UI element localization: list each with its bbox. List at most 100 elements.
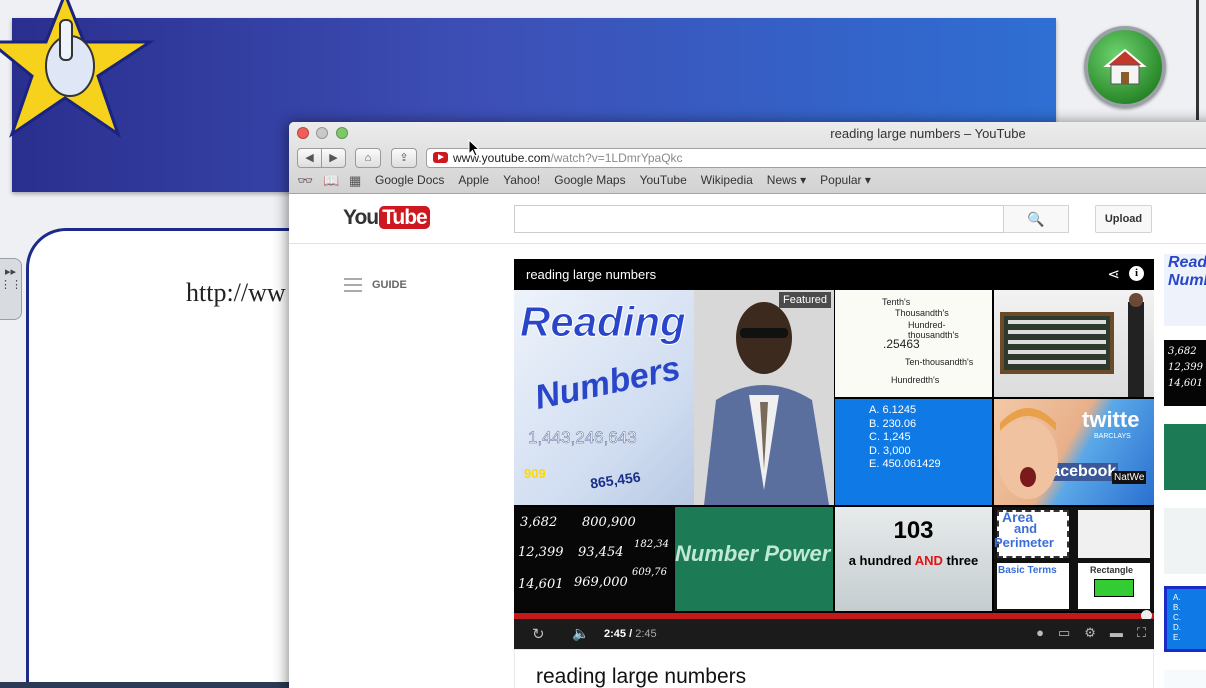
- address-bar[interactable]: www.youtube.com/watch?v=1LDmrYpaQkc: [426, 148, 1206, 168]
- suggested-video-thumb[interactable]: [1164, 508, 1206, 574]
- suggested-video-thumb[interactable]: A. B. C. D. E.: [1164, 586, 1206, 652]
- bookmark-news-menu[interactable]: News ▾: [767, 173, 806, 187]
- endscreen-tile-place-value[interactable]: Tenth's Thousandth's Hundred-thousandth'…: [835, 290, 992, 397]
- top-sites-icon[interactable]: ▦: [349, 173, 369, 189]
- thumb-text: 14,601: [1168, 378, 1203, 389]
- forward-button[interactable]: ▶: [321, 148, 346, 168]
- tile-text: Hundred-thousandth's: [908, 320, 959, 340]
- background-bottom-bar: [0, 682, 300, 688]
- endscreen-tile-number-power[interactable]: Number Power: [675, 507, 833, 611]
- tile-text: a hundred: [848, 553, 915, 568]
- home-button[interactable]: ⌂: [355, 148, 381, 168]
- time-display: 2:45 / 2:45: [604, 628, 657, 640]
- bookmark-youtube[interactable]: YouTube: [640, 173, 687, 187]
- guide-button[interactable]: GUIDE: [344, 278, 407, 292]
- info-icon[interactable]: i: [1129, 266, 1144, 281]
- tile-text: Ten-thousandth's: [905, 357, 974, 367]
- logo-tube: Tube: [379, 206, 430, 229]
- endscreen-tile-social[interactable]: twitte facebook NatWe BARCLAYS: [994, 399, 1154, 505]
- thumb-text: 3,682: [1168, 346, 1197, 357]
- background-url-text: http://ww: [186, 278, 286, 307]
- player-controls: ↻ 🔈 2:45 / 2:45 ● ▭ ⚙ ▬ ⛶: [514, 619, 1154, 649]
- search-input[interactable]: [514, 205, 1004, 233]
- endscreen-tile-103[interactable]: 103 a hundred AND three: [835, 507, 992, 611]
- bookmark-apple[interactable]: Apple: [458, 173, 489, 187]
- tile-words: a hundred AND three: [835, 553, 992, 568]
- bookmark-google-maps[interactable]: Google Maps: [554, 173, 625, 187]
- bookmarks-bar: 👓 📖 ▦ Google Docs Apple Yahoo! Google Maps YouT…: [297, 173, 885, 189]
- tile-text: AND: [914, 553, 943, 568]
- tile-text: 800,900: [582, 515, 636, 530]
- share-icon[interactable]: ⋖: [1107, 265, 1120, 283]
- tile-text: 1,443,246,643: [528, 428, 637, 448]
- presenter-image: [694, 290, 834, 505]
- theater-mode-icon[interactable]: ▬: [1110, 625, 1123, 640]
- upload-button[interactable]: Upload: [1095, 205, 1152, 233]
- suggested-video-thumb[interactable]: 3,682 12,399 14,601: [1164, 340, 1206, 406]
- tile-text: B. 230.06: [869, 417, 917, 430]
- endscreen-tile-reading-numbers[interactable]: Reading Numbers 1,443,246,643 909 865,45…: [514, 290, 834, 505]
- bookmark-yahoo[interactable]: Yahoo!: [503, 173, 540, 187]
- settings-gear-icon[interactable]: ⚙: [1084, 625, 1096, 640]
- captions-icon[interactable]: ▭: [1058, 625, 1070, 640]
- share-button[interactable]: ⇪: [391, 148, 417, 168]
- suggested-video-thumb[interactable]: [1164, 670, 1206, 688]
- thumb-text: C.: [1173, 613, 1181, 622]
- endscreen-tile-area-perimeter[interactable]: Area and Perimeter Basic Terms Rectangle: [994, 507, 1154, 611]
- back-button[interactable]: ◀: [297, 148, 322, 168]
- thumb-text: Read Numb: [1168, 254, 1206, 289]
- youtube-header: You Tube 🔍 Upload: [289, 194, 1206, 244]
- tile-text: 909: [524, 466, 546, 481]
- mouse-cursor-icon: [468, 139, 480, 157]
- tile-text: twitte: [1082, 407, 1140, 432]
- bookmark-popular-menu[interactable]: Popular ▾: [820, 173, 871, 187]
- thumb-text: D.: [1173, 623, 1181, 632]
- fullscreen-icon[interactable]: ⛶: [1137, 625, 1146, 640]
- home-icon[interactable]: [1084, 26, 1166, 108]
- side-drawer-handle[interactable]: ▸▸ ⋮⋮: [0, 258, 22, 320]
- window-title: reading large numbers – YouTube: [830, 126, 1026, 141]
- tile-text: 182,34: [634, 539, 669, 550]
- endscreen-tile-quiz[interactable]: A. 6.1245 B. 230.06 C. 1,245 D. 3,000 E.…: [835, 399, 992, 505]
- thumb-text: 12,399: [1168, 362, 1203, 373]
- bookmarks-icon[interactable]: 📖: [323, 173, 343, 189]
- video-player[interactable]: reading large numbers ⋖ i Reading Number…: [514, 259, 1154, 649]
- tile-text: Number Power: [675, 541, 831, 566]
- browser-toolbar: reading large numbers – YouTube ◀ ▶ ⌂ ⇪ …: [289, 122, 1206, 194]
- tile-text: NatWe: [1112, 471, 1147, 484]
- endscreen-tile-chalkboard[interactable]: [994, 290, 1154, 397]
- volume-icon[interactable]: 🔈: [572, 625, 589, 642]
- endscreen-tile-handwriting[interactable]: 3,682 800,900 12,399 93,454 14,601 969,0…: [514, 507, 674, 611]
- player-title: reading large numbers: [526, 267, 657, 282]
- tile-text: 3,682: [520, 515, 558, 530]
- youtube-favicon-icon: [433, 152, 448, 163]
- tile-text: 865,456: [589, 468, 642, 492]
- tile-text: 969,000: [574, 575, 628, 590]
- bookmark-wikipedia[interactable]: Wikipedia: [701, 173, 753, 187]
- tile-text: and: [1014, 521, 1038, 536]
- tile-text: 93,454: [578, 545, 624, 560]
- url-path: /watch?v=1LDmrYpaQkc: [550, 151, 683, 165]
- tile-text: Reading: [520, 298, 687, 346]
- tile-text: E. 450.061429: [869, 458, 941, 470]
- watch-later-icon[interactable]: ●: [1036, 625, 1044, 640]
- search-icon: 🔍: [1027, 211, 1045, 227]
- reading-list-icon[interactable]: 👓: [297, 173, 317, 189]
- tile-text: 103: [893, 517, 934, 544]
- suggested-video-thumb[interactable]: [1164, 424, 1206, 490]
- guide-label: GUIDE: [372, 278, 407, 291]
- youtube-logo[interactable]: You Tube: [343, 206, 430, 230]
- tile-text: three: [942, 553, 979, 568]
- browser-window: reading large numbers – YouTube ◀ ▶ ⌂ ⇪ …: [289, 122, 1206, 688]
- tile-text: BARCLAYS: [1094, 433, 1131, 440]
- time-current: 2:45: [604, 628, 627, 640]
- right-controls: ● ▭ ⚙ ▬ ⛶: [1022, 625, 1146, 641]
- search-button[interactable]: 🔍: [1003, 205, 1069, 233]
- suggested-video-thumb[interactable]: Read Numb: [1164, 254, 1206, 326]
- logo-you: You: [343, 206, 379, 229]
- tile-text: Rectangle: [1090, 565, 1134, 575]
- bookmark-google-docs[interactable]: Google Docs: [375, 173, 444, 187]
- replay-icon[interactable]: ↻: [532, 625, 545, 643]
- tile-text: Numbers: [531, 349, 684, 417]
- tile-text: C. 1,245: [869, 431, 911, 443]
